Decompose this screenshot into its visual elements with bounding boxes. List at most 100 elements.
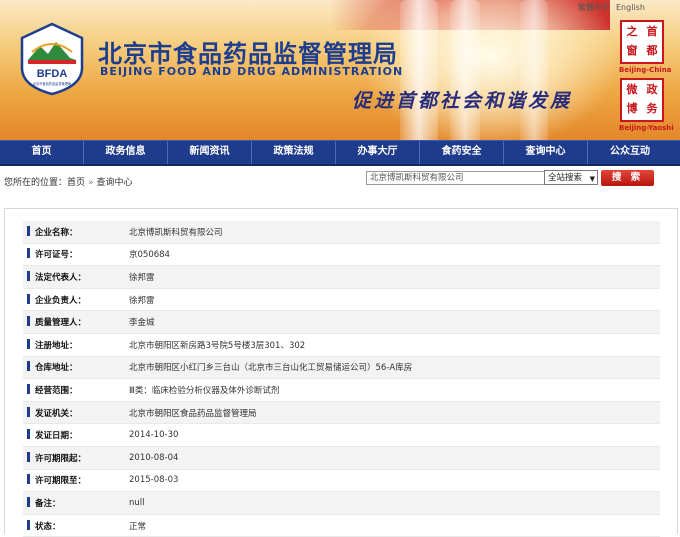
field-label: 企业负责人：	[35, 295, 87, 306]
field-value: 徐邦雷	[123, 265, 660, 289]
breadcrumb-current[interactable]: 查询中心	[97, 178, 133, 188]
field-value: 李金城	[123, 310, 660, 334]
nav-item-home[interactable]: 首页	[0, 141, 84, 164]
field-label-cell: 经营范围：	[23, 378, 123, 402]
table-row: 经营范围： Ⅲ类：临床检验分析仪器及体外诊断试剂	[23, 378, 660, 402]
header-bottle-image	[520, 0, 548, 140]
nav-item-food-drug-safety[interactable]: 食药安全	[420, 141, 504, 164]
logo-text: BFDA	[37, 68, 68, 80]
table-row: 状态： 正常	[23, 514, 660, 537]
field-value: 北京市朝阳区小红门乡三台山（北京市三台山化工贸易储运公司）56-A库房	[123, 356, 660, 380]
main-nav: 首页 政务信息 新闻资讯 政策法规 办事大厅 食药安全 查询中心 公众互动	[0, 140, 680, 166]
label-marker-icon	[27, 406, 30, 417]
nav-item-public-interaction[interactable]: 公众互动	[588, 141, 672, 164]
breadcrumb-separator: »	[88, 178, 94, 188]
seal-char: 务	[646, 102, 658, 115]
field-value: 2015-08-03	[123, 469, 660, 493]
field-value: 2010-08-04	[123, 446, 660, 470]
search-button[interactable]: 搜 索	[601, 170, 654, 186]
table-row: 许可期限至： 2015-08-03	[23, 469, 660, 493]
table-row: 许可证号： 京050684	[23, 243, 660, 267]
label-marker-icon	[27, 293, 30, 304]
traditional-chinese-link[interactable]: 繁體中文	[578, 3, 610, 12]
search-scope-select[interactable]: 全站搜索 ▼	[544, 170, 598, 185]
field-label-cell: 发证机关：	[23, 401, 123, 425]
field-label: 质量管理人：	[35, 318, 87, 329]
government-weibo-seal[interactable]: 政 务 微 博	[620, 78, 664, 122]
field-value: Ⅲ类：临床检验分析仪器及体外诊断试剂	[123, 378, 660, 402]
field-label-cell: 状态：	[23, 514, 123, 537]
field-label: 注册地址：	[35, 340, 78, 351]
label-marker-icon	[27, 496, 30, 507]
english-link[interactable]: English	[616, 3, 645, 12]
table-row: 企业名称： 北京博凯斯科贸有限公司	[23, 221, 660, 244]
table-row: 备注： null	[23, 491, 660, 515]
field-label: 经营范围：	[35, 385, 78, 396]
seal-char: 都	[646, 44, 658, 57]
field-label-cell: 许可期限至：	[23, 469, 123, 493]
seal-char: 博	[626, 102, 638, 115]
breadcrumb-prefix: 您所在的位置：	[4, 178, 68, 188]
field-label-cell: 质量管理人：	[23, 310, 123, 334]
seal-label: Beijing-China	[619, 66, 672, 74]
field-label: 发证机关：	[35, 408, 78, 419]
nav-item-government-info[interactable]: 政务信息	[84, 141, 168, 164]
field-value: 京050684	[123, 243, 660, 267]
nav-item-query-center[interactable]: 查询中心	[504, 141, 588, 164]
capital-window-seal[interactable]: 首 都 之 窗	[620, 20, 664, 64]
bfda-logo[interactable]: BFDA 北京市食品药品监督管理局	[18, 22, 86, 96]
table-row: 发证机关： 北京市朝阳区食品药品监督管理局	[23, 401, 660, 425]
field-value: null	[123, 491, 660, 515]
seal-char: 之	[626, 25, 638, 38]
field-value: 北京市朝阳区新房路3号院5号楼3层301、302	[123, 333, 660, 357]
field-label-cell: 仓库地址：	[23, 356, 123, 380]
site-title: 北京市食品药品监督管理局	[98, 40, 398, 68]
seal-char: 微	[626, 83, 638, 96]
table-row: 发证日期： 2014-10-30	[23, 423, 660, 447]
field-value: 北京市朝阳区食品药品监督管理局	[123, 401, 660, 425]
field-label-cell: 许可期限起：	[23, 446, 123, 470]
field-label: 仓库地址：	[35, 363, 78, 374]
site-title-english: BEIJING FOOD AND DRUG ADMINISTRATION	[100, 65, 404, 78]
search-input[interactable]: 北京博凯斯科贸有限公司	[366, 171, 546, 185]
seal-label: Beijing-Yaoshi	[619, 124, 674, 132]
field-label: 备注：	[35, 498, 61, 509]
label-marker-icon	[27, 248, 30, 259]
nav-item-service-hall[interactable]: 办事大厅	[336, 141, 420, 164]
label-marker-icon	[27, 361, 30, 372]
label-marker-icon	[27, 225, 30, 236]
nav-item-news[interactable]: 新闻资讯	[168, 141, 252, 164]
label-marker-icon	[27, 429, 30, 440]
field-label: 法定代表人：	[35, 272, 87, 283]
field-label: 许可期限起：	[35, 453, 87, 464]
field-label-cell: 备注：	[23, 491, 123, 515]
chevron-down-icon: ▼	[589, 175, 595, 183]
table-row: 许可期限起： 2010-08-04	[23, 446, 660, 470]
breadcrumb-link-home[interactable]: 首页	[67, 178, 85, 188]
field-label: 许可证号：	[35, 250, 78, 261]
field-label-cell: 企业负责人：	[23, 288, 123, 312]
header-slogan: 促进首都社会和谐发展	[352, 90, 573, 112]
field-label-cell: 法定代表人：	[23, 265, 123, 289]
seal-char: 政	[646, 83, 658, 96]
table-row: 仓库地址： 北京市朝阳区小红门乡三台山（北京市三台山化工贸易储运公司）56-A库房	[23, 356, 660, 380]
site-header: BFDA 北京市食品药品监督管理局 北京市食品药品监督管理局 BEIJING F…	[0, 0, 680, 140]
logo-caption: 北京市食品药品监督管理局	[33, 81, 71, 86]
search-scope-value: 全站搜索	[548, 173, 583, 183]
header-bottle-image	[450, 0, 480, 140]
seal-char: 窗	[626, 44, 638, 57]
nav-item-regulations[interactable]: 政策法规	[252, 141, 336, 164]
seal-char: 首	[646, 25, 658, 38]
table-row: 注册地址： 北京市朝阳区新房路3号院5号楼3层301、302	[23, 333, 660, 357]
field-label-cell: 发证日期：	[23, 423, 123, 447]
field-value: 2014-10-30	[123, 423, 660, 447]
label-marker-icon	[27, 383, 30, 394]
field-label-cell: 许可证号：	[23, 243, 123, 267]
field-label: 企业名称：	[35, 227, 78, 238]
field-label: 状态：	[35, 521, 61, 532]
field-label: 许可期限至：	[35, 476, 87, 487]
table-row: 企业负责人： 徐邦雷	[23, 288, 660, 312]
table-row: 法定代表人： 徐邦雷	[23, 265, 660, 289]
field-value: 徐邦雷	[123, 288, 660, 312]
field-label: 发证日期：	[35, 431, 78, 442]
